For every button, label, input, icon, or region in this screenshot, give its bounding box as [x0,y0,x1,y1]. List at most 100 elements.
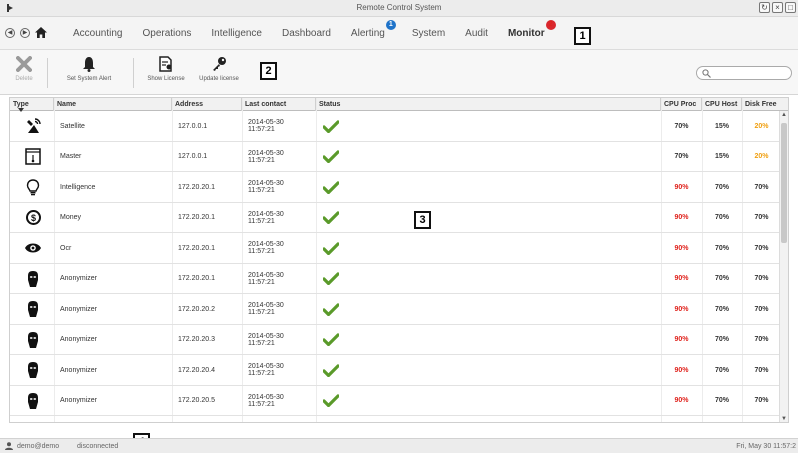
row-cpu-host: 15% [714,153,729,160]
maximize-icon[interactable]: □ [785,2,796,13]
row-last-contact: 2014-05-30 11:57:21 [245,172,315,202]
row-contact-time: 11:57:21 [248,156,275,164]
table-row[interactable]: Intelligence 172.20.20.1 2014-05-30 11:57:2… [10,172,781,203]
anonymizer-icon [18,325,48,355]
row-address: 127.0.0.1 [178,153,208,160]
menu-audit[interactable]: Audit [465,28,488,39]
row-last-contact: 2014-05-30 11:57:21 [245,233,315,263]
menu-dashboard[interactable]: Dashboard [282,28,331,39]
user-name: demo@demo [17,442,60,450]
menu-system[interactable]: System [412,28,445,39]
menu-alerting[interactable]: Alerting 1 [351,20,396,39]
row-last-contact: 2014-05-30 11:57:21 [245,294,315,324]
row-name: Satellite [60,122,85,130]
table-row[interactable]: Anonymizer 172.20.20.2 2014-05-30 11:57:21 9… [10,294,781,325]
money-icon: $ [18,203,48,233]
title-bar: Remote Control System ↻ × □ [0,0,798,17]
row-contact-date: 2014-05-30 [248,180,284,187]
row-cpu-proc: 90% [674,183,689,191]
alert-count-badge: 1 [385,20,396,30]
license-document-icon [159,56,172,72]
table-row[interactable]: Anonymizer 172.20.20.3 2014-05-30 11:57:21 9… [10,325,781,355]
table-row[interactable]: $ Money 172.20.20.1 2014-05-30 11:57:21 90% 70… [10,203,781,233]
row-contact-time: 11:57:21 [248,217,275,225]
status-bar: demo@demo disconnected Fri, May 30 11:57… [0,438,798,453]
vertical-scrollbar[interactable]: ▲ ▼ [779,111,788,422]
update-license-button[interactable]: Update license [194,56,244,82]
main-menu-bar: ◀ ▶ Accounting Operations Intelligence D… [0,17,798,50]
delete-icon [16,56,32,72]
status-ok-icon [320,264,360,294]
table-header: Type Name Address Last contact Status CP… [10,98,788,111]
table-row[interactable]: Anonymizer 172.20.20.4 2014-05-30 11:57:21 9… [10,355,781,386]
search-input[interactable] [696,66,792,80]
column-cpu-proc[interactable]: CPU Proc [661,98,702,111]
toolbar: Delete Set System Alert Show License Upd… [0,50,798,95]
close-icon[interactable]: × [772,2,783,13]
row-cpu-proc: 70% [674,122,689,130]
row-disk-free: 70% [754,305,769,313]
row-name: Money [60,214,82,221]
table-row[interactable]: Master 127.0.0.1 2014-05-30 11:57:21 70% 15% 2… [10,142,781,172]
row-disk-free: 70% [754,183,769,191]
row-contact-time: 11:57:21 [248,370,275,377]
set-system-alert-button[interactable]: Set System Alert [56,56,122,82]
show-license-button[interactable]: Show License [145,56,187,82]
row-name: Anonymizer [60,305,97,313]
row-name: Master [60,153,82,160]
anonymizer-icon [18,355,48,385]
status-ok-icon [320,355,360,385]
column-name[interactable]: Name [54,98,172,111]
callout-3: 3 [414,211,431,229]
column-last-contact[interactable]: Last contact [242,98,316,111]
row-cpu-proc: 90% [674,244,689,252]
status-ok-icon [320,294,360,324]
clock: Fri, May 30 11:57:2 [736,443,796,450]
scroll-up-icon[interactable]: ▲ [780,111,788,119]
row-cpu-proc: 90% [674,336,689,343]
column-address[interactable]: Address [172,98,242,111]
row-address: 172.20.20.4 [178,366,215,374]
refresh-icon[interactable]: ↻ [759,2,770,13]
column-type[interactable]: Type [10,98,54,111]
scroll-down-icon[interactable]: ▼ [780,415,788,422]
row-address: 172.20.20.1 [178,244,215,252]
table-row[interactable]: Ocr 172.20.20.1 2014-05-30 11:57:21 90% 70% 70… [10,233,781,264]
column-cpu-host[interactable]: CPU Host [702,98,742,111]
eye-icon [18,233,48,263]
back-icon[interactable]: ◀ [5,27,15,38]
row-contact-time: 11:57:21 [248,248,275,255]
monitor-table: Type Name Address Last contact Status CP… [9,97,789,423]
monitor-count-badge: 2 [545,20,556,30]
table-row[interactable]: Anonymizer 172.20.20.1 2014-05-30 11:57:21 9… [10,264,781,294]
menu-accounting[interactable]: Accounting [73,28,122,39]
connection-status: disconnected [77,443,119,450]
anonymizer-icon [18,264,48,294]
row-contact-date: 2014-05-30 [248,241,284,248]
column-status[interactable]: Status [316,98,661,111]
row-cpu-proc: 90% [674,305,689,313]
table-row[interactable]: Anonymizer 172.20.20.5 2014-05-30 11:57:21 9… [10,386,781,416]
delete-button[interactable]: Delete [12,56,36,82]
row-contact-date: 2014-05-30 [248,332,284,340]
forward-icon[interactable]: ▶ [20,27,30,38]
row-last-contact: 2014-05-30 11:57:21 [245,325,315,355]
column-disk-free[interactable]: Disk Free [742,98,788,111]
menu-monitor[interactable]: Monitor 2 [508,20,556,39]
row-disk-free: 70% [754,244,769,252]
table-row[interactable]: Satellite 127.0.0.1 2014-05-30 11:57:21 70% 1… [10,111,781,142]
anonymizer-icon [18,386,48,416]
row-contact-date: 2014-05-30 [248,210,284,218]
row-address: 172.20.20.1 [178,183,215,191]
status-ok-icon [320,111,360,141]
row-cpu-host: 70% [714,336,729,343]
satellite-icon [18,111,48,141]
bell-icon [83,57,95,72]
row-name: Anonymizer [60,366,97,374]
row-cpu-proc: 90% [674,214,689,221]
scrollbar-thumb[interactable] [781,123,787,243]
menu-operations[interactable]: Operations [142,28,191,39]
home-icon[interactable] [35,27,47,38]
row-name: Ocr [60,244,72,252]
menu-intelligence[interactable]: Intelligence [211,28,262,39]
